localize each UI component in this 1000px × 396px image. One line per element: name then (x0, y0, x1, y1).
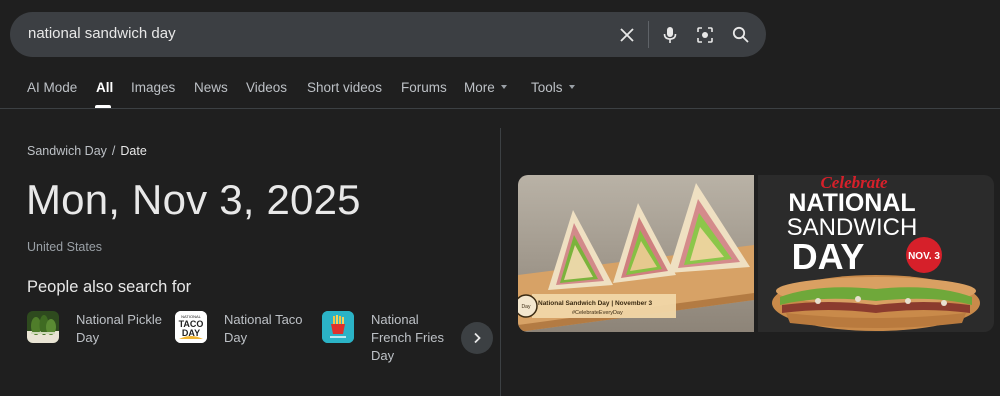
french-fries-thumbnail (322, 311, 354, 343)
graphic-badge: NOV. 3 (908, 251, 940, 262)
graphic-line3: DAY (792, 236, 865, 277)
image-hashtag: #CelebrateEveryDay (572, 310, 623, 316)
pickle-thumbnail (27, 311, 59, 343)
tab-forums[interactable]: Forums (401, 80, 447, 95)
search-bar[interactable]: national sandwich day (10, 12, 766, 57)
tab-ai-mode[interactable]: AI Mode (27, 80, 77, 95)
next-button[interactable] (461, 322, 493, 354)
image-caption: National Sandwich Day | November 3 (538, 300, 653, 307)
breadcrumb-separator: / (111, 144, 116, 158)
tab-more-label: More (464, 80, 495, 95)
tab-tools-label: Tools (531, 80, 563, 95)
chevron-down-icon (568, 85, 575, 90)
breadcrumb-parent[interactable]: Sandwich Day (27, 144, 107, 158)
breadcrumb: Sandwich Day / Date (27, 144, 147, 158)
clear-icon[interactable] (612, 12, 642, 57)
tab-short-videos[interactable]: Short videos (307, 80, 382, 95)
sandwich-day-graphic-image[interactable]: Celebrate NATIONAL SANDWICH DAY NOV. 3 (758, 175, 994, 332)
search-input[interactable]: national sandwich day (28, 25, 176, 42)
graphic-line1: NATIONAL (788, 189, 915, 217)
taco-day-logo: NATIONAL TACO DAY (175, 311, 207, 343)
chevron-down-icon (500, 85, 507, 90)
tab-more[interactable]: More (464, 80, 507, 95)
breadcrumb-current: Date (120, 144, 147, 158)
tab-news[interactable]: News (194, 80, 228, 95)
pas-item-label: National Taco Day (224, 312, 303, 345)
search-icon[interactable] (725, 12, 755, 57)
chevron-right-icon (474, 332, 481, 344)
sandwich-photo-image[interactable]: National Sandwich Day | November 3 #Cele… (518, 175, 754, 332)
answer-region: United States (27, 240, 103, 254)
lens-camera-icon[interactable] (690, 12, 720, 57)
search-divider (648, 21, 649, 48)
tab-all[interactable]: All (96, 80, 113, 95)
tabs-divider (0, 108, 1000, 109)
tab-tools[interactable]: Tools (531, 80, 575, 95)
tab-videos[interactable]: Videos (246, 80, 287, 95)
image-badge: Day (522, 304, 531, 310)
tab-images[interactable]: Images (131, 80, 175, 95)
pas-item-label: National Pickle Day (76, 312, 162, 345)
column-divider (500, 128, 501, 396)
people-also-search-title: People also search for (27, 278, 192, 296)
answer-date: Mon, Nov 3, 2025 (26, 176, 361, 223)
search-tabs: AI Mode All Images News Videos Short vid… (0, 80, 1000, 108)
pas-item-label: National French Fries Day (371, 312, 444, 363)
microphone-icon[interactable] (655, 12, 685, 57)
